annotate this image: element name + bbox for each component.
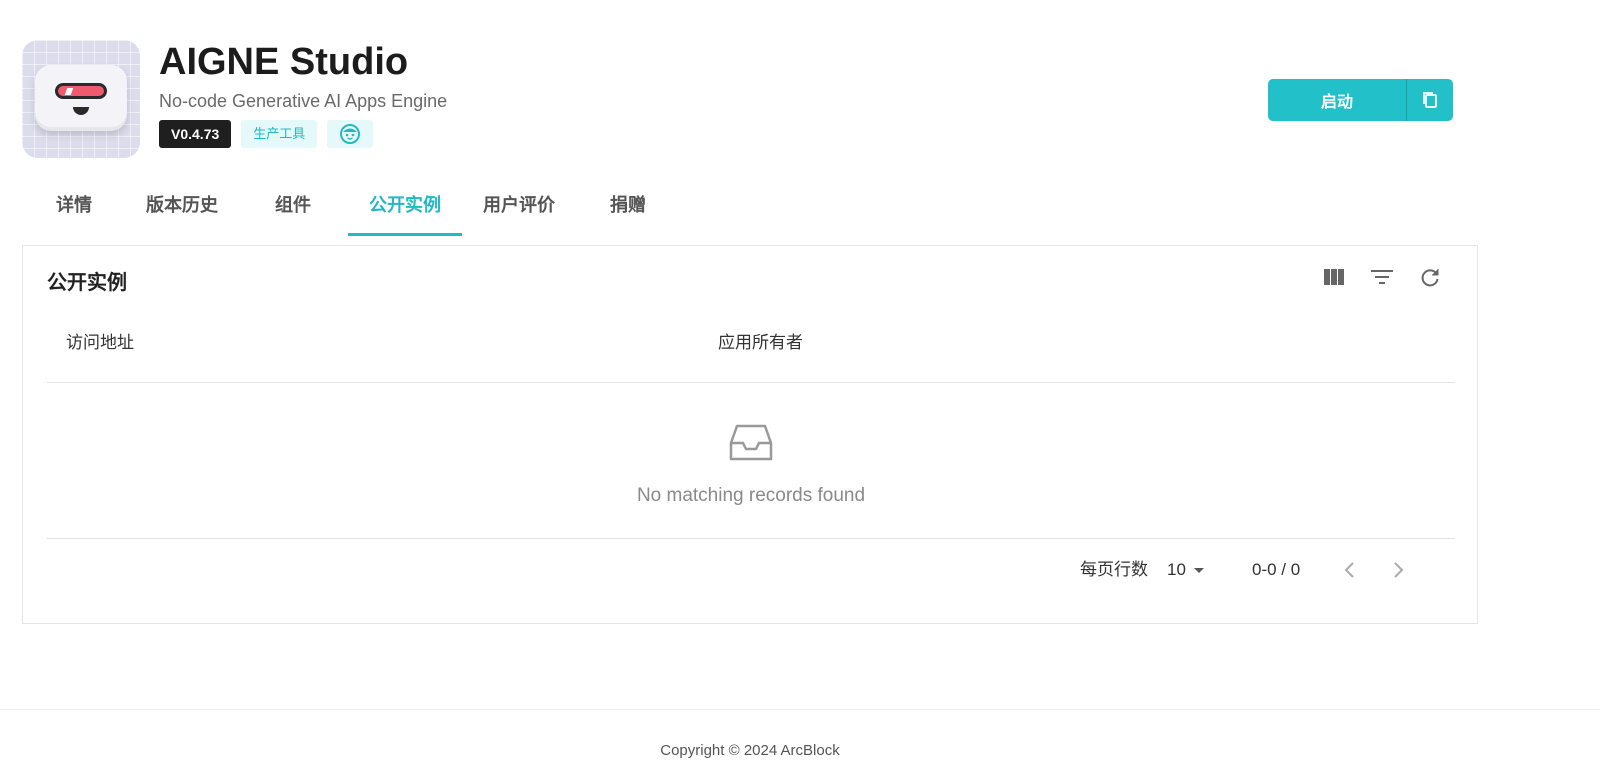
rows-per-page-value: 10	[1167, 560, 1186, 579]
pagination: 每页行数 10 0-0 / 0	[23, 552, 1477, 588]
column-header-url[interactable]: 访问地址	[66, 326, 134, 360]
category-badge[interactable]: 生产工具	[241, 120, 318, 148]
tab-components[interactable]: 组件	[238, 184, 348, 236]
copyright-text: Copyright © 2024 ArcBlock	[660, 742, 840, 759]
author-avatar[interactable]	[327, 120, 374, 148]
version-badge: V0.4.73	[159, 120, 232, 148]
app-title: AIGNE Studio	[159, 41, 409, 83]
tab-bar: 详情 版本历史 组件 公开实例 用户评价 捐赠	[22, 184, 680, 236]
app-subtitle: No-code Generative AI Apps Engine	[159, 91, 448, 111]
pagination-range: 0-0 / 0	[1252, 560, 1301, 579]
table-toolbar	[1321, 264, 1443, 290]
panel-title: 公开实例	[47, 270, 127, 294]
refresh-button[interactable]	[1417, 264, 1443, 290]
inbox-icon	[729, 424, 773, 461]
previous-page-button[interactable]	[1336, 556, 1364, 584]
chevron-right-icon	[1394, 562, 1404, 578]
next-page-button[interactable]	[1384, 556, 1412, 584]
rows-per-page-select[interactable]: 10	[1167, 552, 1206, 588]
app-logo-icon	[22, 40, 140, 158]
view-columns-icon	[1324, 269, 1344, 285]
table-header: 访问地址 应用所有者	[47, 326, 1455, 383]
launch-button-group: 启动	[1268, 79, 1453, 121]
footer: Copyright © 2024 ArcBlock	[0, 709, 1600, 773]
tab-details[interactable]: 详情	[22, 184, 126, 236]
copy-button[interactable]	[1406, 79, 1453, 121]
column-header-owner[interactable]: 应用所有者	[718, 326, 803, 360]
copy-icon	[1423, 92, 1437, 108]
chevron-left-icon	[1344, 562, 1354, 578]
app-badges: V0.4.73 生产工具	[159, 120, 374, 148]
empty-message: No matching records found	[636, 485, 866, 506]
filter-button[interactable]	[1369, 264, 1395, 290]
tab-donate[interactable]: 捐赠	[576, 184, 680, 236]
tab-user-reviews[interactable]: 用户评价	[462, 184, 576, 236]
user-face-icon	[340, 124, 361, 144]
tab-version-history[interactable]: 版本历史	[126, 184, 238, 236]
rows-per-page-label: 每页行数	[1080, 560, 1148, 580]
launch-button[interactable]: 启动	[1268, 79, 1406, 121]
view-columns-button[interactable]	[1321, 264, 1347, 290]
refresh-icon	[1421, 269, 1439, 287]
caret-down-icon	[1193, 568, 1204, 573]
public-instances-panel: 公开实例 访问地址 应用所有者 No matching records foun…	[22, 245, 1478, 624]
empty-state: No matching records found	[47, 383, 1455, 539]
tab-public-instances[interactable]: 公开实例	[348, 184, 462, 236]
filter-icon	[1371, 270, 1393, 284]
